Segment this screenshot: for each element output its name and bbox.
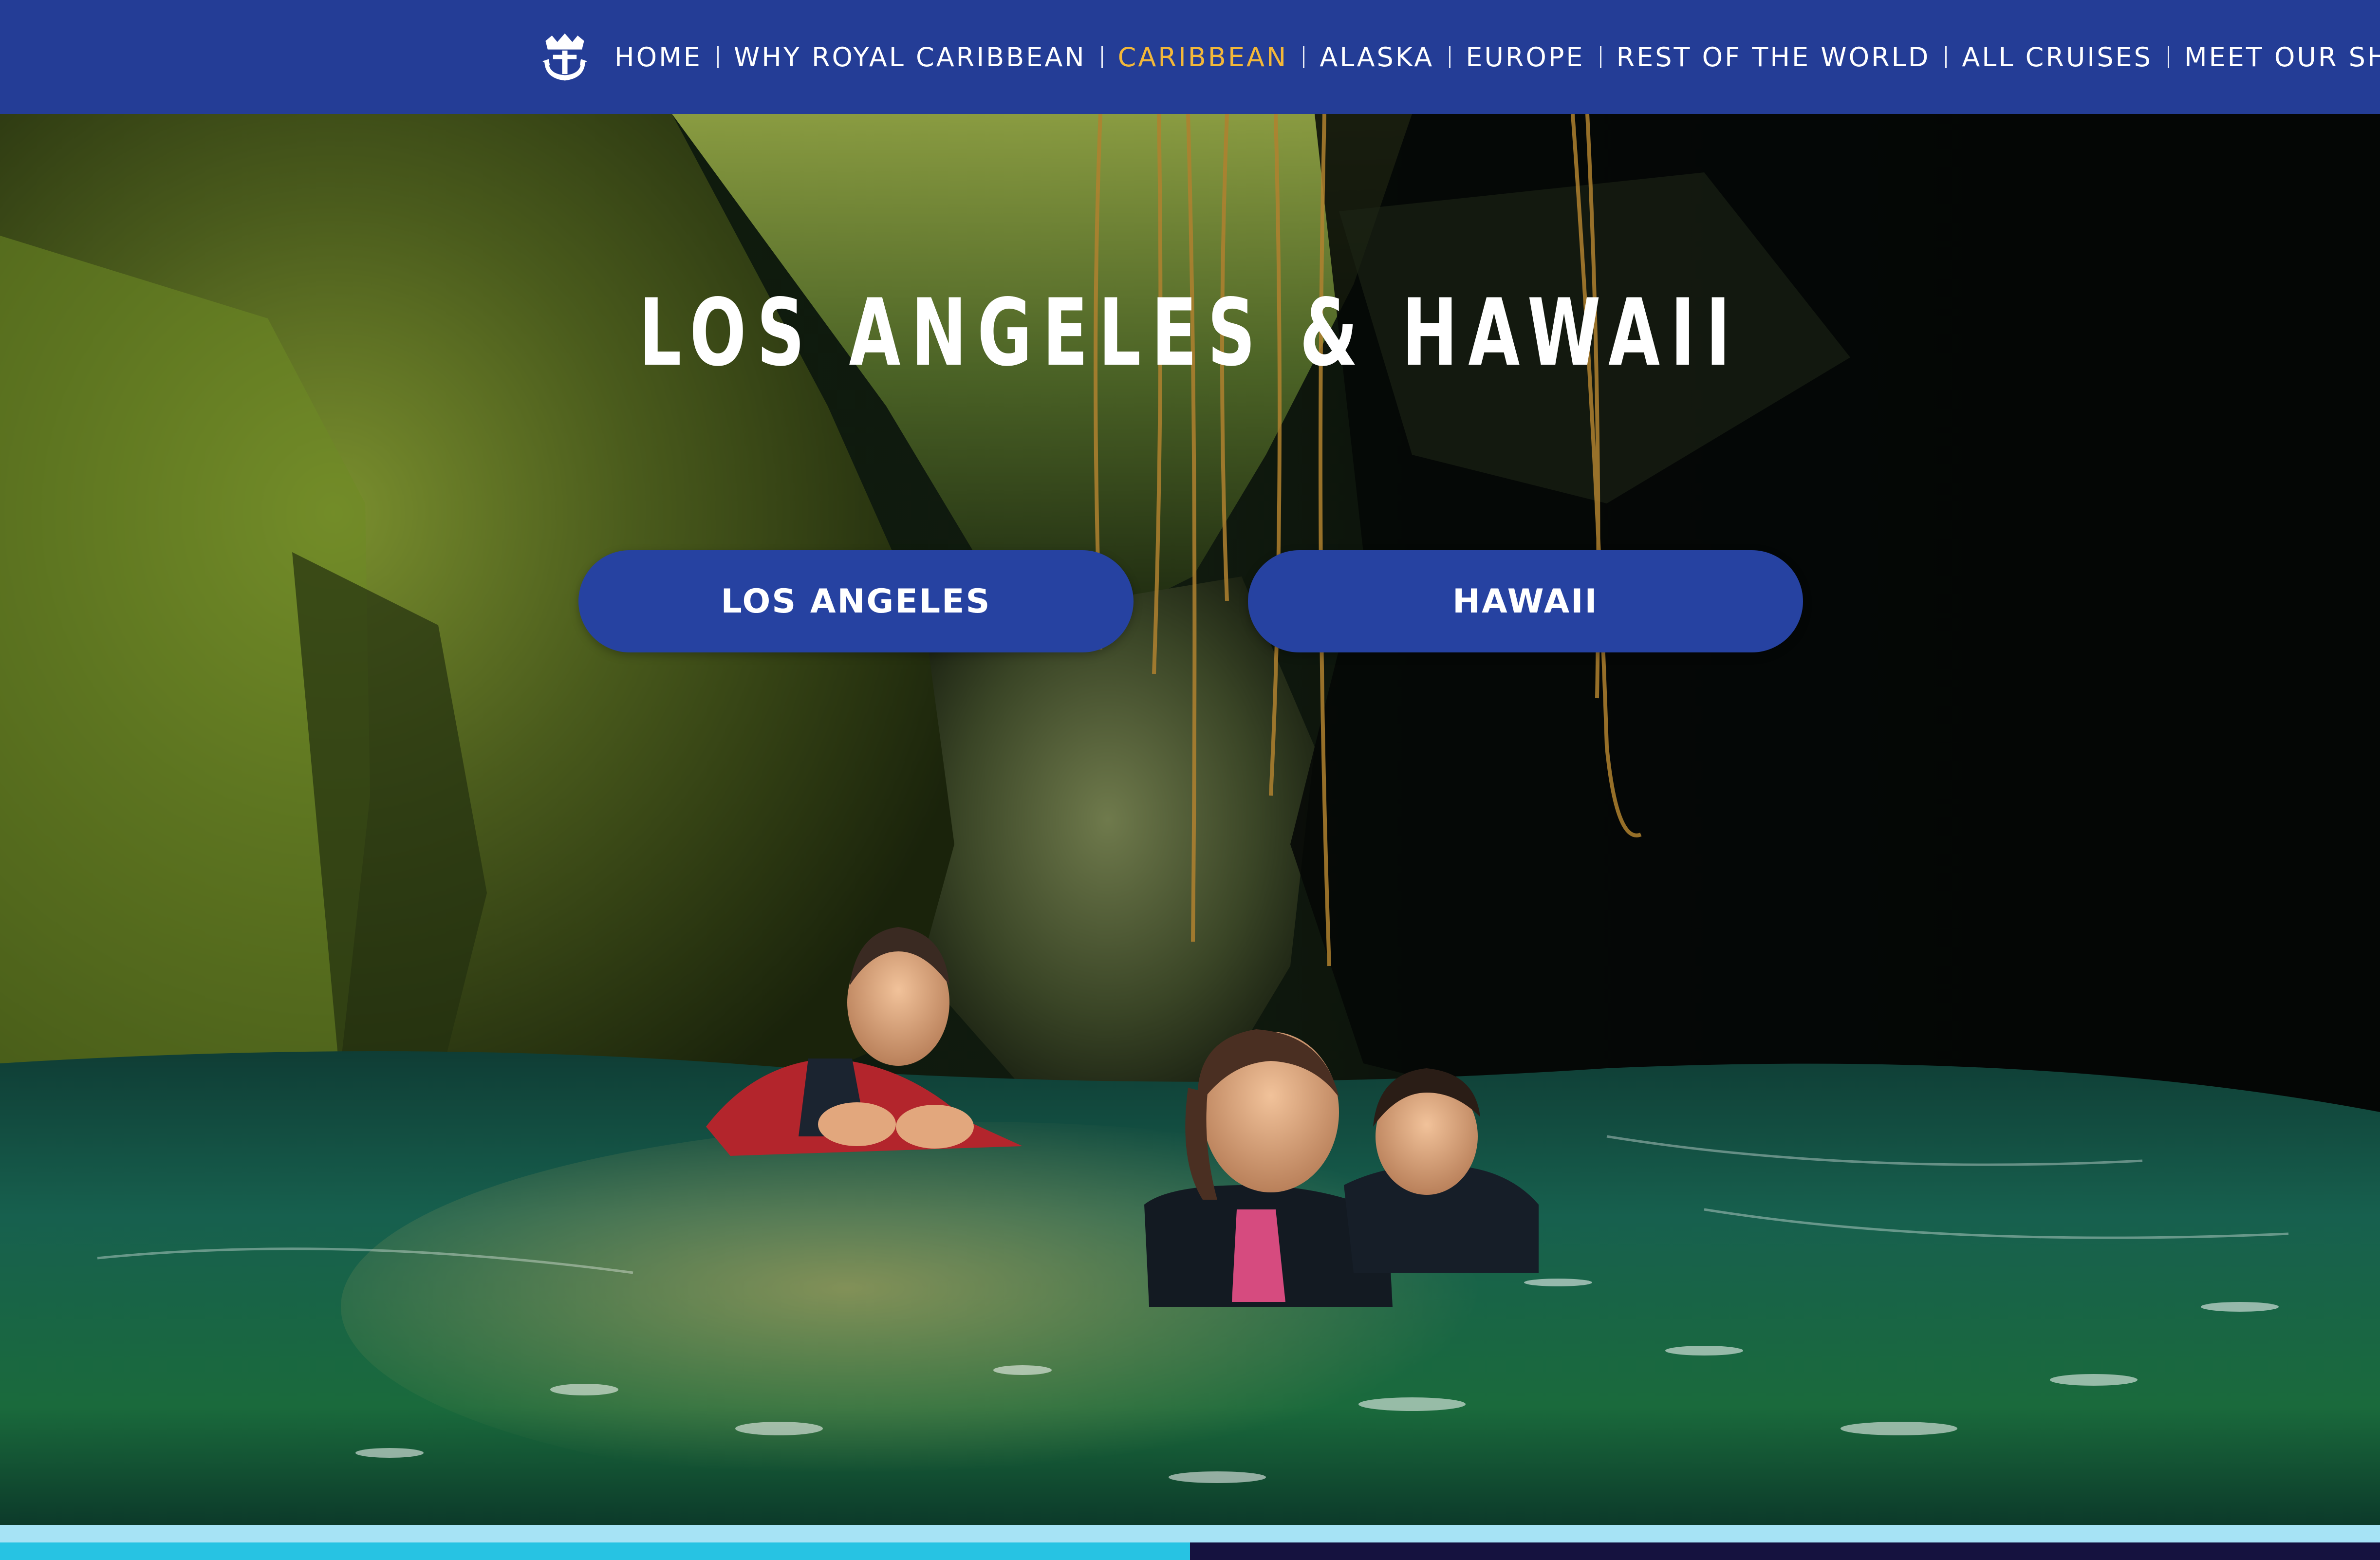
- nav-item-all-cruises[interactable]: ALL CRUISES: [1962, 42, 2153, 73]
- nav-item-rest-of-the-world[interactable]: REST OF THE WORLD: [1617, 42, 1931, 73]
- nav-divider: [717, 46, 719, 68]
- crown-anchor-logo-icon[interactable]: [538, 30, 592, 84]
- hero-section: LOS ANGELES & HAWAII LOS ANGELES HAWAII: [0, 114, 2380, 1525]
- nav-divider: [2167, 46, 2169, 68]
- nav-item-caribbean[interactable]: CARIBBEAN: [1118, 42, 1288, 73]
- hawaii-button[interactable]: HAWAII: [1248, 550, 1803, 652]
- nav-item-why-royal-caribbean[interactable]: WHY ROYAL CARIBBEAN: [734, 42, 1086, 73]
- hero-title: LOS ANGELES & HAWAII: [639, 279, 1741, 387]
- strip-cyan-band: [0, 1542, 1190, 1560]
- top-navigation-bar: HOME WHY ROYAL CARIBBEAN CARIBBEAN ALASK…: [0, 0, 2380, 114]
- nav-divider: [1945, 46, 1947, 68]
- nav-item-meet-our-ships[interactable]: MEET OUR SHIPS: [2184, 42, 2380, 73]
- nav-divider: [1101, 46, 1103, 68]
- nav-divider: [1599, 46, 1601, 68]
- strip-light-band: [0, 1525, 2380, 1542]
- bottom-color-strip: [0, 1525, 2380, 1560]
- nav-item-alaska[interactable]: ALASKA: [1320, 42, 1434, 73]
- main-nav-menu: HOME WHY ROYAL CARIBBEAN CARIBBEAN ALASK…: [614, 0, 2380, 114]
- nav-item-home[interactable]: HOME: [614, 42, 702, 73]
- strip-navy-band: [1190, 1542, 2380, 1560]
- los-angeles-button[interactable]: LOS ANGELES: [578, 550, 1134, 652]
- page: HOME WHY ROYAL CARIBBEAN CARIBBEAN ALASK…: [0, 0, 2380, 1560]
- nav-divider: [1303, 46, 1305, 68]
- nav-item-europe[interactable]: EUROPE: [1466, 42, 1584, 73]
- nav-divider: [1449, 46, 1451, 68]
